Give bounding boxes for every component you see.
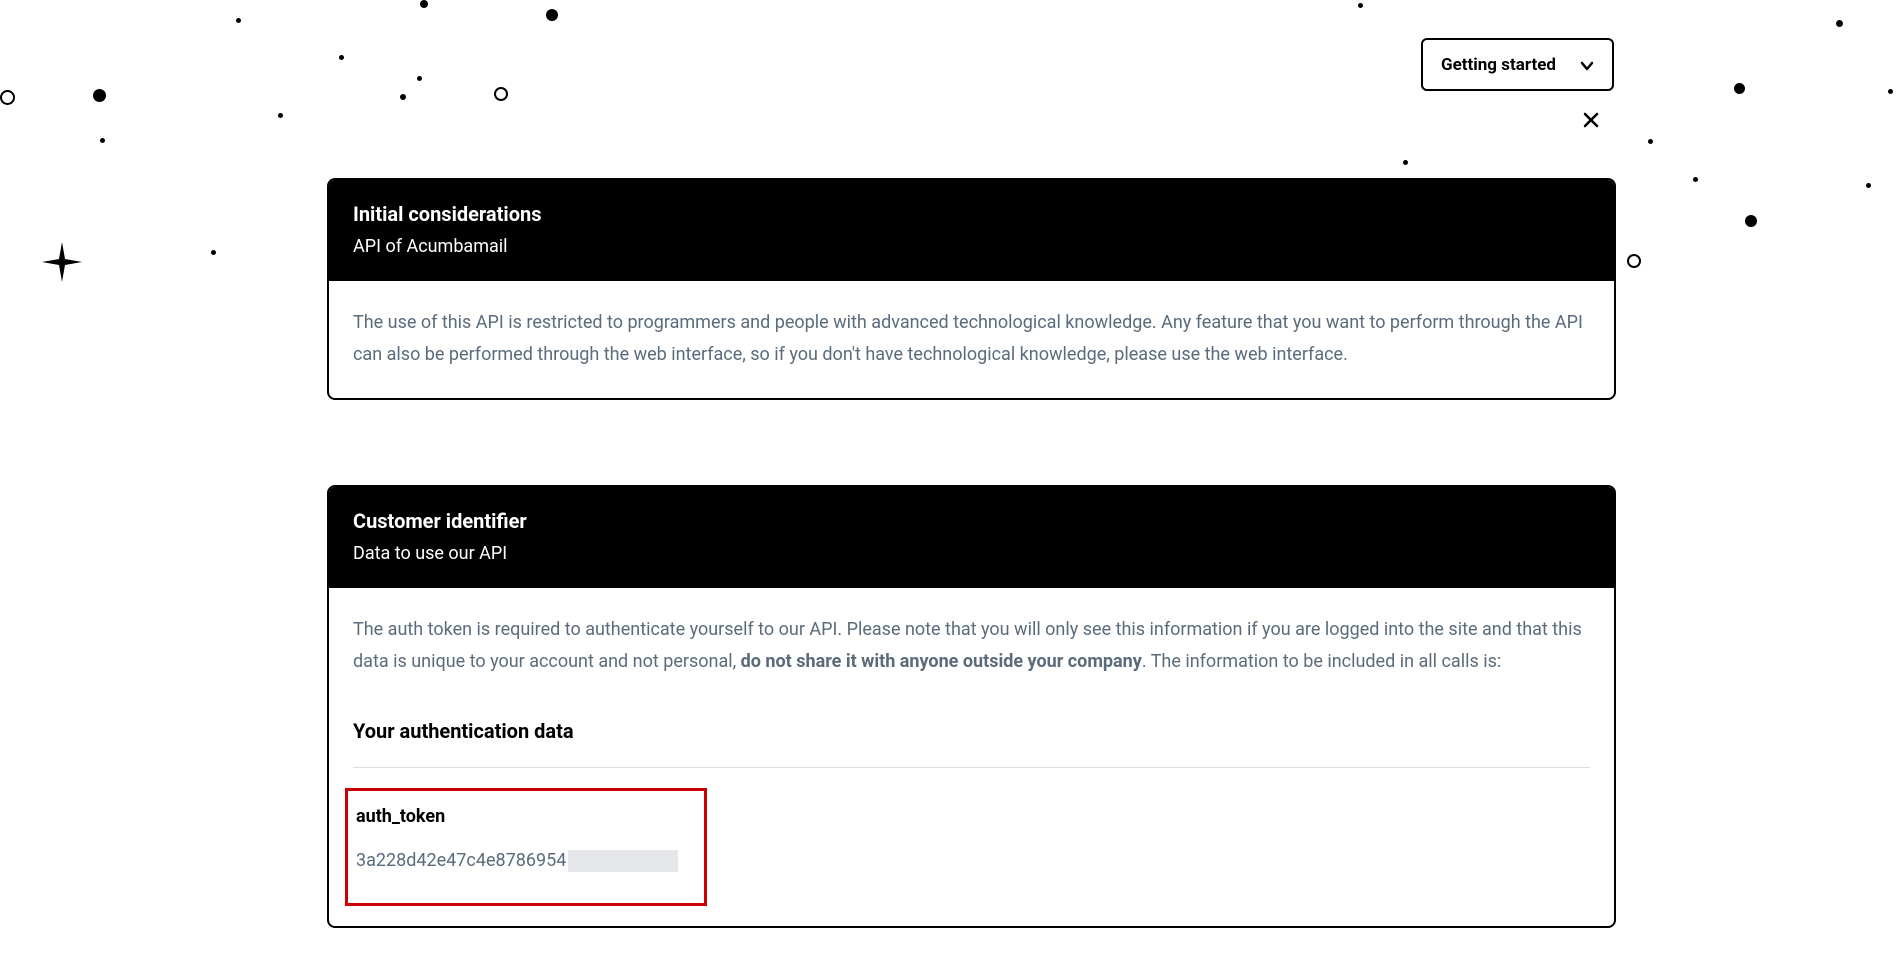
card-subtitle: API of Acumbamail	[353, 236, 1590, 257]
chevron-down-icon	[1580, 58, 1594, 72]
decoration-dot	[100, 138, 105, 143]
auth-token-label: auth_token	[356, 801, 696, 833]
dropdown-label: Getting started	[1441, 55, 1556, 75]
main-content: Initial considerations API of Acumbamail…	[327, 178, 1616, 928]
card-header: Initial considerations API of Acumbamail	[329, 180, 1614, 281]
decoration-dot	[1648, 139, 1653, 144]
auth-token-redacted	[568, 850, 678, 872]
decoration-dot	[278, 113, 283, 118]
decoration-dot	[420, 0, 428, 8]
auth-data-heading: Your authentication data	[353, 713, 1590, 749]
decoration-dot	[400, 94, 406, 100]
card-title: Customer identifier	[353, 509, 1590, 533]
decoration-ring	[494, 87, 508, 101]
decoration-dot	[211, 250, 216, 255]
auth-token-box: auth_token 3a228d42e47c4e8786954	[345, 788, 707, 907]
card-title: Initial considerations	[353, 202, 1590, 226]
decoration-star	[42, 242, 82, 286]
decoration-dot	[1403, 160, 1408, 165]
close-icon[interactable]	[1583, 112, 1599, 128]
auth-token-visible: 3a228d42e47c4e8786954	[356, 845, 566, 877]
decoration-dot	[1734, 83, 1745, 94]
decoration-ring	[1627, 254, 1641, 268]
decoration-dot	[236, 18, 241, 23]
decoration-dot	[1866, 183, 1871, 188]
decoration-dot	[1693, 177, 1698, 182]
card-subtitle: Data to use our API	[353, 543, 1590, 564]
auth-token-value: 3a228d42e47c4e8786954	[356, 845, 696, 877]
decoration-dot	[1836, 20, 1843, 27]
customer-identifier-card: Customer identifier Data to use our API …	[327, 485, 1616, 929]
decoration-dot	[1358, 3, 1363, 8]
initial-considerations-card: Initial considerations API of Acumbamail…	[327, 178, 1616, 400]
card-body: The auth token is required to authentica…	[329, 588, 1614, 927]
decoration-dot	[93, 89, 106, 102]
body-text-part2: . The information to be included in all …	[1142, 651, 1501, 672]
getting-started-dropdown[interactable]: Getting started	[1421, 38, 1614, 91]
decoration-ring	[0, 90, 15, 105]
card-header: Customer identifier Data to use our API	[329, 487, 1614, 588]
decoration-dot	[339, 55, 344, 60]
decoration-dot	[546, 9, 558, 21]
divider	[353, 767, 1590, 768]
body-text-bold: do not share it with anyone outside your…	[741, 651, 1142, 672]
decoration-dot	[417, 76, 422, 81]
decoration-dot	[1888, 89, 1893, 94]
decoration-dot	[1745, 215, 1757, 227]
card-body: The use of this API is restricted to pro…	[329, 281, 1614, 398]
